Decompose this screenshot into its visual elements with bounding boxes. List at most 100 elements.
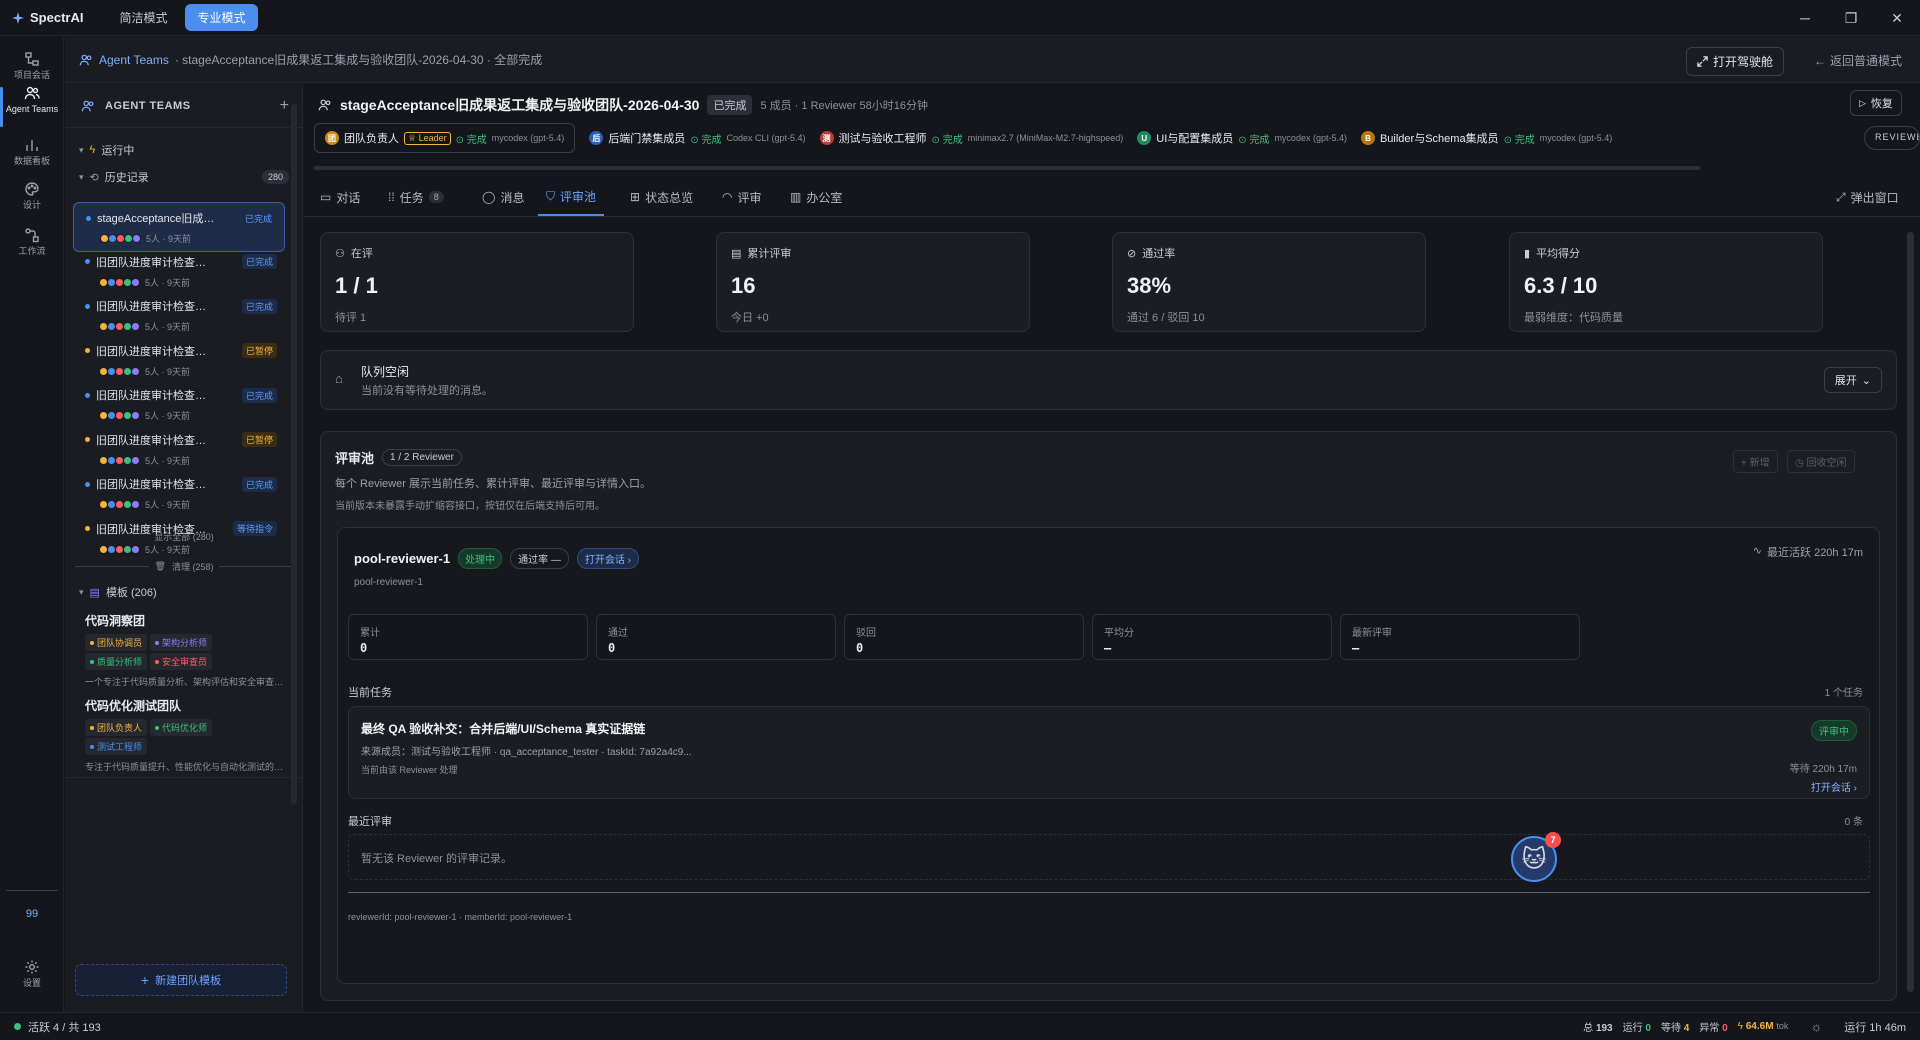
section-templates[interactable]: ▾ ▤ 模板 (206): [79, 584, 157, 600]
rail-item-design[interactable]: 设计: [0, 181, 64, 211]
member-avatar: [131, 455, 140, 465]
history-item-name: 旧团队进度审计检查团队: [96, 479, 216, 491]
mascot-emoji: 🐱: [1521, 845, 1547, 873]
template-icon: ▤: [89, 586, 100, 599]
history-item[interactable]: 旧团队进度审计检查团队 已完成 5人 · 9天前: [73, 380, 285, 430]
open-session-button[interactable]: 打开会话 ›: [576, 548, 639, 569]
history-item[interactable]: stageAcceptance旧成果返工集成与验收团队-2026-04-30 已完…: [73, 202, 285, 252]
restore-team-label: 恢复: [1870, 98, 1893, 110]
status-dot: [86, 215, 91, 221]
role-pill: 安全审查员: [150, 653, 213, 670]
restore-button[interactable]: ❐: [1828, 0, 1874, 36]
sidebar-scrollbar[interactable]: [291, 104, 297, 804]
tab-messages[interactable]: ◯ 消息: [482, 178, 524, 216]
tab-tasks[interactable]: ⁞⁞ 任务 8: [388, 178, 444, 216]
metric-label: 驳回: [856, 628, 876, 639]
tab-review-pool[interactable]: ⛉ 评审池: [538, 178, 605, 216]
task-open-session-link[interactable]: 打开会话 ›: [1811, 779, 1857, 794]
member-chip[interactable]: 团 团队负责人 ♕ Leader ⊙ 完成 mycodex (gpt-5.4): [314, 123, 576, 153]
active-dot: [14, 1023, 21, 1030]
role-pill: 测试工程师: [85, 738, 148, 755]
stat-sub: 通过 6 / 驳回 10: [1127, 312, 1205, 324]
sun-icon[interactable]: ☼: [1810, 1019, 1822, 1034]
task-handler: 当前由该 Reviewer 处理: [361, 765, 458, 775]
tab-label: 状态总览: [645, 190, 694, 205]
history-item-meta: 5人 · 9天前: [145, 455, 191, 466]
mode-pro-button[interactable]: 专业模式: [185, 4, 258, 31]
last-active-label: 最近活跃 220h 17m: [1767, 547, 1863, 559]
breadcrumb-root-link[interactable]: Agent Teams: [99, 53, 169, 67]
main-scrollbar[interactable]: [1907, 232, 1914, 992]
tab-status-overview[interactable]: ⊞ 状态总览: [630, 178, 693, 216]
task-card[interactable]: 最终 QA 验收补交：合并后端/UI/Schema 真实证据链 来源成员：测试与…: [348, 706, 1870, 799]
reviewer-chip[interactable]: REVIEWE: [1864, 126, 1920, 150]
history-item[interactable]: 旧团队进度审计检查团队 已完成 5人 · 9天前: [73, 247, 285, 297]
member-model: minimax2.7 (MiniMax-M2.7-highspeed): [967, 133, 1124, 143]
template-card[interactable]: 代码洞察团 团队协调员 架构分析师 质量分析师 安全审查员 一个专注于代码质量分析、…: [85, 612, 285, 688]
add-reviewer-button[interactable]: + 新增: [1733, 450, 1778, 473]
history-item-name: stageAcceptance旧成果返工集成与验收团队-2026-04-30: [97, 213, 217, 225]
tab-chat[interactable]: ▭ 对话: [320, 178, 360, 216]
mode-simple-button[interactable]: 简洁模式: [107, 4, 179, 31]
template-title: 代码洞察团: [85, 614, 146, 628]
history-item-tag: 已完成: [241, 298, 277, 314]
minimize-button[interactable]: ─: [1782, 0, 1828, 36]
new-template-button[interactable]: + 新建团队模板: [75, 964, 287, 996]
role-pill: 架构分析师: [150, 634, 213, 651]
history-item[interactable]: 旧团队进度审计检查团队 已暂停 5人 · 9天前: [73, 336, 285, 386]
member-avatar: [131, 322, 140, 331]
rail-item-workflow[interactable]: 工作流: [0, 227, 64, 257]
section-history[interactable]: ▾ ⟲ 历史记录 280: [79, 169, 289, 185]
tab-review[interactable]: ◠ 评审: [722, 178, 762, 216]
plus-icon: +: [140, 972, 150, 988]
metric-label: 平均分: [1104, 628, 1134, 639]
rail-item-projects[interactable]: 项目会话: [0, 51, 64, 81]
sidebar-title: AGENT TEAMS: [105, 99, 191, 112]
pool-badge: 1 / 2 Reviewer: [382, 449, 462, 466]
template-card[interactable]: 代码优化测试团队 团队负责人 代码优化师 测试工程师 专注于代码质量提升、性能优化…: [85, 697, 285, 773]
rail-item-agent-teams[interactable]: Agent Teams: [0, 85, 64, 127]
tab-bar: ▭ 对话 ⁞⁞ 任务 8 ◯ 消息 ⛉ 评审池 ⊞ 状态总览 ◠ 评审 ▥ 办公室 ⤢ 弹出窗口: [304, 178, 1920, 217]
member-model: mycodex (gpt-5.4): [1539, 133, 1613, 143]
expand-queue-button[interactable]: 展开 ⌄: [1823, 367, 1882, 393]
member-strip-scrollbar[interactable]: [314, 166, 1700, 170]
section-running[interactable]: ▾ ϟ 运行中: [79, 142, 134, 158]
status-running: 运行 0: [1623, 1019, 1651, 1034]
tab-office[interactable]: ▥ 办公室: [790, 178, 842, 216]
reclaim-idle-label: 回收空闲: [1806, 458, 1847, 469]
member-chip[interactable]: 测 测试与验收工程师 ⊙ 完成 minimax2.7 (MiniMax-M2.7…: [819, 130, 1124, 146]
member-avatar: [131, 366, 140, 376]
recent-empty: 暂无该 Reviewer 的评审记录。: [361, 853, 512, 865]
add-team-button[interactable]: +: [280, 97, 289, 115]
close-button[interactable]: ✕: [1874, 0, 1920, 36]
reviewer-card: pool-reviewer-1 处理中 通过率 — 打开会话 › pool-re…: [337, 527, 1880, 984]
restore-team-button[interactable]: ▷ 恢复: [1850, 90, 1902, 116]
member-avatar: [131, 277, 140, 287]
play-icon: ▷: [1859, 97, 1866, 108]
member-chip[interactable]: 后 后端门禁集成员 ⊙ 完成 Codex CLI (gpt-5.4): [589, 130, 806, 146]
users-icon: [81, 100, 94, 111]
stat-label: 平均得分: [1536, 248, 1581, 260]
pool-note: 当前版本未暴露手动扩缩容接口，按钮仅在后端支持后可用。: [335, 501, 605, 512]
history-item[interactable]: 旧团队进度审计检查团队 已完成 5人 · 9天前: [73, 291, 285, 341]
expand-label: 展开: [1834, 375, 1857, 387]
member-model: mycodex (gpt-5.4): [1274, 133, 1347, 143]
popout-button[interactable]: ⤢ 弹出窗口: [1836, 178, 1899, 216]
rail-item-settings[interactable]: 设置: [0, 959, 64, 989]
rail-item-dashboard[interactable]: 数据看板: [0, 137, 64, 167]
member-status: ⊙ 完成: [1238, 134, 1270, 146]
member-chip[interactable]: U UI与配置集成员 ⊙ 完成 mycodex (gpt-5.4): [1137, 130, 1347, 146]
reclaim-idle-button[interactable]: ◷ 回收空闲: [1787, 450, 1855, 473]
history-item[interactable]: 旧团队进度审计检查团队 已完成 5人 · 9天前: [73, 469, 285, 519]
back-normal-button[interactable]: ← 返回普通模式: [1814, 52, 1902, 69]
history-item-tag: 已完成: [240, 210, 276, 226]
history-item[interactable]: 旧团队进度审计检查团队 等待指令 5人 · 9天前: [73, 514, 285, 564]
history-item-tag: 已完成: [241, 476, 277, 492]
role-name: 架构分析师: [162, 638, 208, 648]
open-cockpit-button[interactable]: 打开驾驶舱: [1685, 47, 1784, 76]
history-item[interactable]: 旧团队进度审计检查团队 已暂停 5人 · 9天前: [73, 425, 285, 475]
history-item-name: 旧团队进度审计检查团队: [96, 256, 216, 269]
member-chip[interactable]: B Builder与Schema集成员 ⊙ 完成 mycodex (gpt-5.…: [1360, 130, 1613, 146]
history-item-name: 旧团队进度审计检查团队: [96, 301, 216, 313]
team-title-row: stageAcceptance旧成果返工集成与验收团队-2026-04-30 已…: [318, 95, 928, 115]
